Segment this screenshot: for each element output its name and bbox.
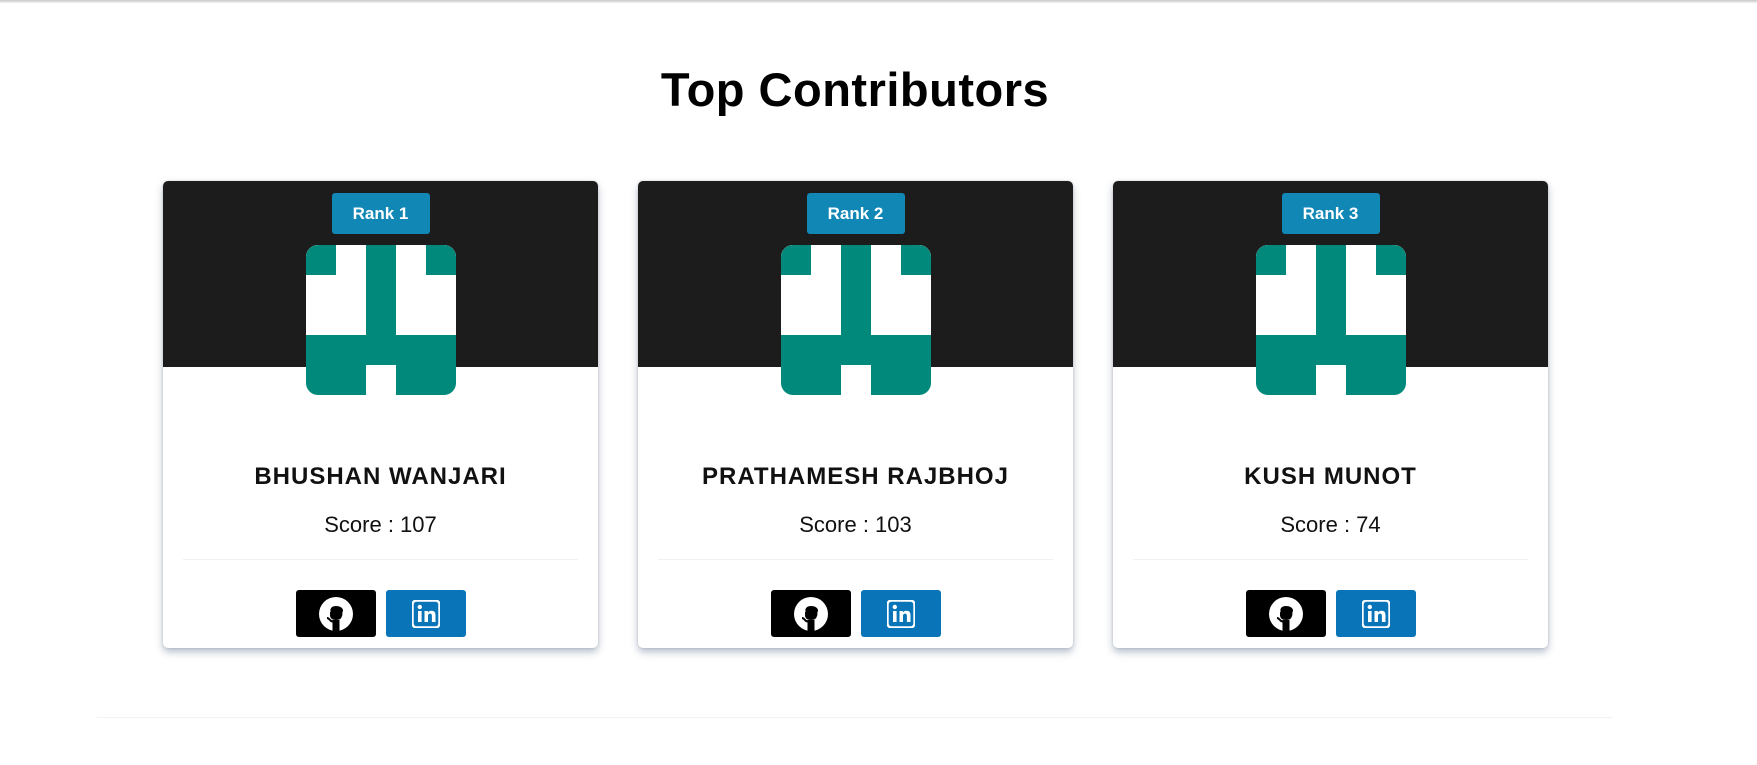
- social-links: [1113, 590, 1548, 637]
- github-button[interactable]: [770, 590, 851, 637]
- github-button[interactable]: [295, 590, 376, 637]
- divider: [183, 559, 578, 560]
- linkedin-button[interactable]: [1335, 590, 1416, 637]
- contributor-score: Score : 107: [324, 512, 437, 537]
- avatar: [305, 245, 456, 395]
- footer-divider: [97, 717, 1612, 718]
- divider: [1133, 559, 1528, 560]
- contributor-card: Rank 3 KUSH MUNOT Score : 74: [1113, 181, 1548, 648]
- identicon-avatar-image: [1255, 245, 1406, 395]
- github-icon: [793, 596, 828, 631]
- linkedin-button[interactable]: [385, 590, 466, 637]
- social-links: [163, 590, 598, 637]
- divider: [658, 559, 1053, 560]
- page: Top Contributors Rank 1 BHUSHAN WANJARI: [0, 0, 1757, 765]
- linkedin-icon: [886, 599, 915, 628]
- contributor-name: BHUSHAN WANJARI: [254, 463, 507, 490]
- github-button[interactable]: [1245, 590, 1326, 637]
- contributor-name: PRATHAMESH RAJBHOJ: [702, 463, 1009, 490]
- rank-badge: Rank 3: [1281, 193, 1380, 234]
- contributor-score: Score : 103: [799, 512, 912, 537]
- github-icon: [318, 596, 353, 631]
- contributor-card: Rank 2 PRATHAMESH RAJBHOJ Score : 103: [638, 181, 1073, 648]
- contributor-name: KUSH MUNOT: [1244, 463, 1417, 490]
- github-icon: [1268, 596, 1303, 631]
- page-title: Top Contributors: [660, 63, 1050, 116]
- linkedin-button[interactable]: [860, 590, 941, 637]
- avatar: [1255, 245, 1406, 395]
- contributor-cards: Rank 1 BHUSHAN WANJARI Score : 107 Rank …: [163, 181, 1548, 648]
- linkedin-icon: [411, 599, 440, 628]
- rank-badge: Rank 2: [806, 193, 905, 234]
- contributor-score: Score : 74: [1280, 512, 1381, 537]
- rank-badge: Rank 1: [331, 193, 430, 234]
- identicon-avatar-image: [780, 245, 931, 395]
- identicon-avatar-image: [305, 245, 456, 395]
- top-shadow: [0, 0, 1757, 3]
- avatar: [780, 245, 931, 395]
- contributor-card: Rank 1 BHUSHAN WANJARI Score : 107: [163, 181, 598, 648]
- linkedin-icon: [1361, 599, 1390, 628]
- social-links: [638, 590, 1073, 637]
